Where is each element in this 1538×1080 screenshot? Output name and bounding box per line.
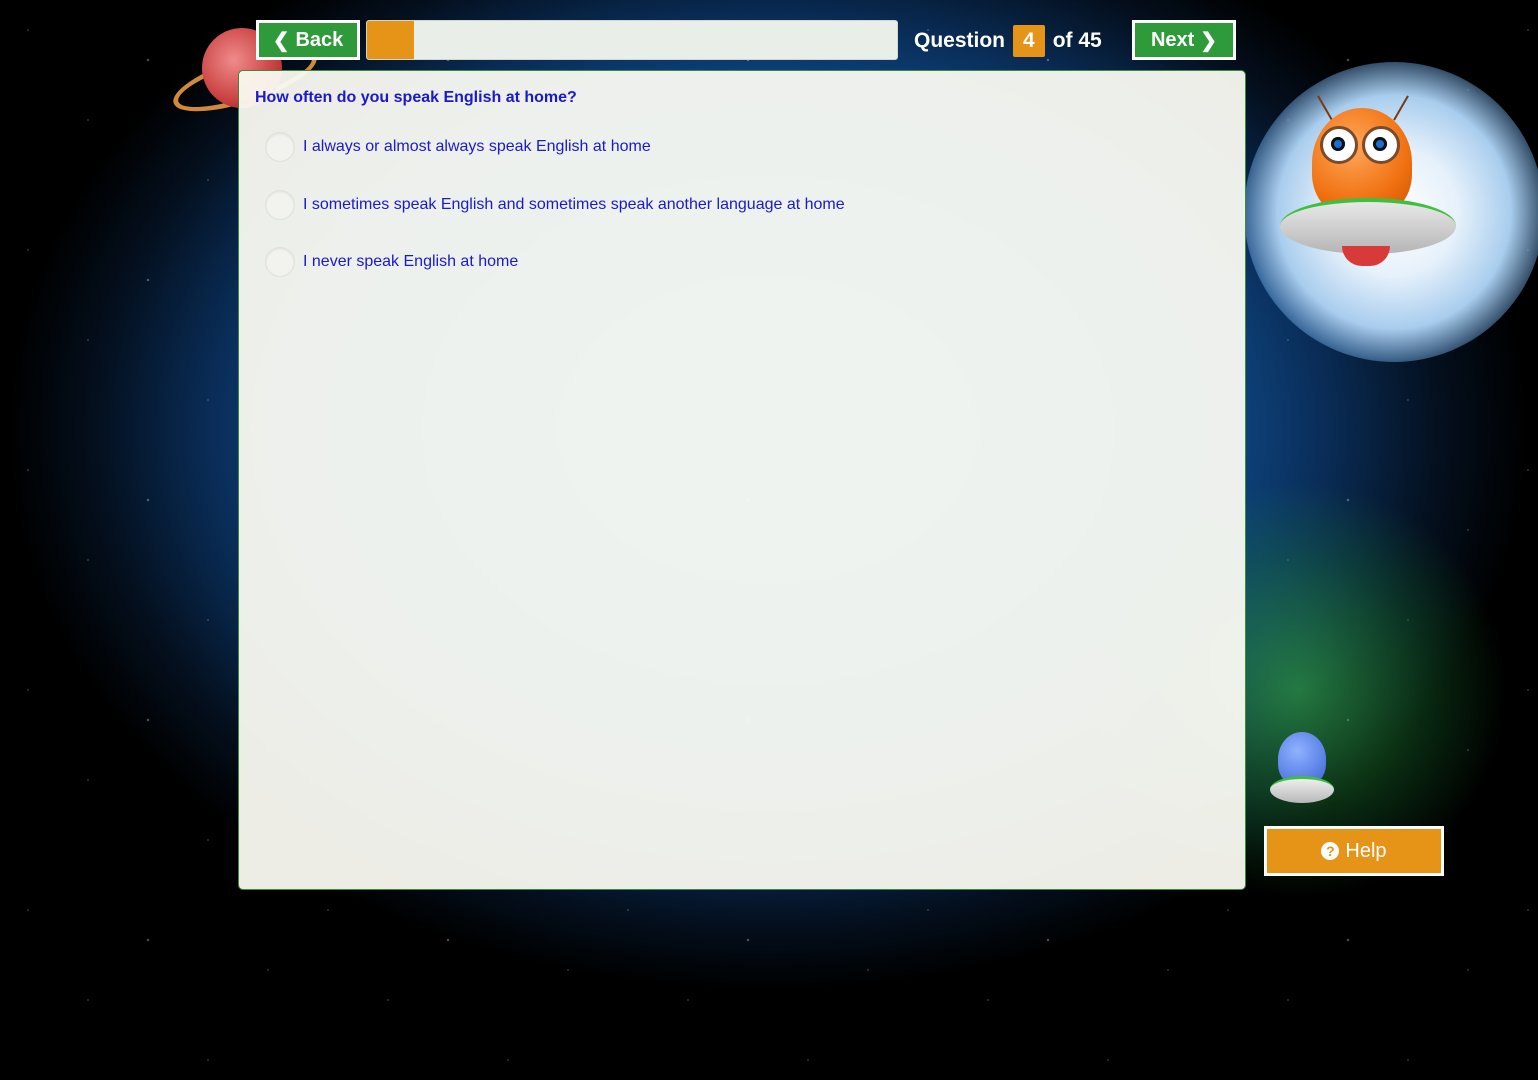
back-button[interactable]: ❮ Back (256, 20, 360, 60)
option-always[interactable]: I always or almost always speak English … (265, 131, 651, 163)
progress-fill (367, 21, 415, 59)
option-sometimes[interactable]: I sometimes speak English and sometimes … (265, 189, 845, 221)
orange-alien-mascot (1272, 88, 1462, 288)
question-word: Question (914, 29, 1006, 52)
option-label: I never speak English at home (303, 253, 519, 270)
current-question-number: 4 (1013, 25, 1045, 57)
antenna (1393, 95, 1409, 121)
radio-button[interactable] (265, 132, 295, 162)
antenna (1317, 95, 1333, 121)
help-button-label: Help (1345, 839, 1387, 862)
progress-bar (366, 20, 898, 60)
alien-eye (1362, 126, 1400, 164)
question-panel: How often do you speak English at home? … (238, 70, 1246, 890)
question-counter: Question 4 of 45 (914, 24, 1102, 58)
radio-button[interactable] (265, 190, 295, 220)
next-button[interactable]: Next ❯ (1132, 20, 1236, 60)
option-never[interactable]: I never speak English at home (265, 246, 518, 278)
blue-alien-mascot (1270, 730, 1336, 806)
next-button-label: Next (1150, 28, 1195, 51)
space-background: ❮ Back Question 4 of 45 Next ❯ How often… (8, 0, 1538, 1080)
saucer-base (1342, 246, 1390, 266)
chevron-left-icon: ❮ (272, 29, 290, 52)
option-label: I always or almost always speak English … (303, 138, 651, 155)
question-text: How often do you speak English at home? (255, 89, 577, 106)
question-total: of 45 (1052, 29, 1102, 52)
radio-button[interactable] (265, 247, 295, 277)
question-circle-icon: ? (1321, 842, 1340, 860)
option-label: I sometimes speak English and sometimes … (303, 196, 845, 213)
back-button-label: Back (295, 28, 344, 51)
help-button[interactable]: ? Help (1264, 826, 1444, 876)
chevron-right-icon: ❯ (1200, 29, 1218, 52)
flying-saucer (1270, 776, 1334, 803)
alien-eye (1320, 126, 1358, 164)
